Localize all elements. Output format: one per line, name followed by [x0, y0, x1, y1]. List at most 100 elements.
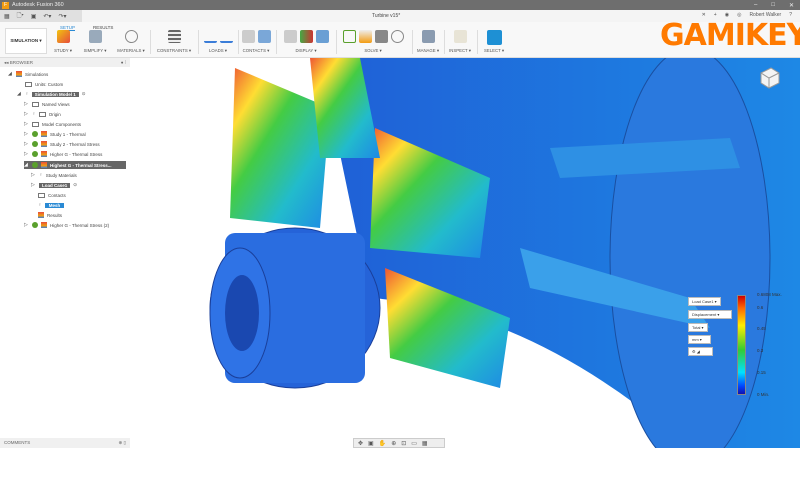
check-icon: [32, 222, 38, 228]
tree-simulations[interactable]: ◢ Simulations: [8, 70, 48, 78]
constraints-group[interactable]: CONSTRAINTS ▾: [156, 30, 192, 54]
minimize-button[interactable]: –: [754, 2, 757, 9]
tree-study-higher-g[interactable]: ▷ Higher G - Thermal Stress: [24, 150, 102, 158]
select-icon: [486, 30, 502, 45]
simulations-icon: [16, 71, 22, 77]
job-status-icon: [374, 30, 388, 43]
gear-icon[interactable]: ⚙: [692, 349, 696, 354]
load-case-dropdown[interactable]: Load Case1 ▾: [688, 297, 721, 306]
title-bar: F Autodesk Fusion 360 – □ ✕: [0, 0, 800, 10]
pressure-load-icon: [219, 30, 233, 43]
tree-contacts[interactable]: Contacts: [38, 191, 66, 199]
tick-label: 0.6: [757, 305, 764, 310]
loads-group[interactable]: LOADS ▾: [201, 30, 235, 54]
grid-icon[interactable]: ▦: [422, 440, 428, 447]
pan-icon[interactable]: ✋: [379, 440, 386, 447]
look-at-icon[interactable]: ▣: [368, 440, 374, 447]
inspect-group[interactable]: INSPECT ▾: [446, 30, 474, 54]
materials-group[interactable]: MATERIALS ▾: [116, 30, 146, 54]
tree-study-highest-g[interactable]: ◢ Highest G - Thermal Stress...: [24, 161, 126, 169]
study-icon: [56, 30, 70, 43]
study-icon: [41, 162, 47, 168]
select-group[interactable]: SELECT ▾: [480, 30, 508, 54]
maximize-button[interactable]: □: [771, 2, 775, 9]
info-icon: [390, 30, 404, 43]
tree-named-views[interactable]: ▷ Named Views: [24, 100, 70, 108]
tree-simulation-model[interactable]: ◢ ♀ Simulation Model 1 ⊙: [17, 90, 86, 98]
study-icon: [41, 131, 47, 137]
color-scale-bar: [737, 295, 746, 395]
display-settings-icon[interactable]: ▭: [411, 440, 417, 447]
tree-results[interactable]: Results: [38, 211, 62, 219]
grid-menu-icon[interactable]: ▦: [4, 13, 10, 20]
contacts-group[interactable]: CONTACTS ▾: [240, 30, 272, 54]
manage-group[interactable]: MANAGE ▾: [414, 30, 442, 54]
contacts-icon: [241, 30, 255, 43]
contact-manager-icon: [257, 30, 271, 43]
tree-study-materials[interactable]: ▷ ♀ Study Materials: [31, 171, 77, 179]
inspect-icon: [453, 30, 467, 43]
unit-dropdown[interactable]: mm ▾: [688, 335, 711, 344]
legend-scale-icon[interactable]: ◢: [697, 349, 700, 354]
constraints-icon: [167, 30, 181, 43]
study-group[interactable]: STUDY ▾: [52, 30, 74, 54]
study-icon: [41, 141, 47, 147]
simplify-group[interactable]: SIMPLIFY ▾: [82, 30, 108, 54]
tree-study-higher-g-2[interactable]: ▷ Higher G - Thermal Stress (2): [24, 221, 109, 229]
document-tab[interactable]: Turbine v15*: [372, 13, 400, 19]
activate-icon: ⊙: [73, 182, 78, 187]
display-group[interactable]: DISPLAY ▾: [280, 30, 332, 54]
units-icon: [25, 81, 32, 87]
redo-icon[interactable]: ↷▾: [58, 13, 66, 20]
check-icon: [32, 131, 38, 137]
fusion-logo-icon: F: [2, 1, 9, 9]
tree-study-2[interactable]: ▷ Study 2 - Thermal Stress: [24, 140, 100, 148]
activate-icon: ⊙: [81, 91, 86, 96]
orbit-icon[interactable]: ✥: [358, 440, 363, 447]
materials-icon: [124, 30, 138, 43]
tree-units[interactable]: Units: Custom: [25, 80, 63, 88]
save-icon[interactable]: ▣: [31, 13, 37, 20]
legend-options[interactable]: ⚙ ◢: [688, 347, 713, 356]
fit-icon[interactable]: ⊡: [401, 440, 406, 447]
browser-panel: ◂◂ BROWSER ● ⁞ ◢ Simulations Units: Custom…: [0, 58, 130, 440]
solve-icon: [358, 30, 372, 43]
study-icon: [41, 222, 47, 228]
contacts-icon: [38, 192, 45, 198]
tick-label: 0.6808 Max.: [757, 292, 782, 297]
check-icon: [32, 141, 38, 147]
result-type-dropdown[interactable]: Displacement ▾: [688, 310, 732, 319]
navigation-bar: ✥ ▣ ✋ ⊕ ⊡ ▭ ▦: [353, 438, 445, 448]
tree-model-components[interactable]: ▷ Model Components: [24, 120, 81, 128]
tree-load-case[interactable]: ▷ Load Case1 ⊙: [31, 181, 77, 189]
comments-panel[interactable]: COMMENTS ⊕ ▯: [0, 438, 130, 448]
tree-mesh[interactable]: ♀ Mesh: [38, 201, 65, 209]
file-icon[interactable]: 🗋▾: [17, 11, 24, 21]
tick-label: 0.3: [757, 348, 764, 353]
check-icon: [32, 151, 38, 157]
force-load-icon: [203, 30, 217, 43]
tick-label: 0 Min.: [757, 392, 770, 397]
tree-study-1[interactable]: ▷ Study 1 - Thermal: [24, 130, 86, 138]
window-title: Autodesk Fusion 360: [12, 2, 64, 8]
view-cube[interactable]: [756, 64, 782, 90]
quick-access-toolbar: ▦ 🗋▾ ▣ ↶▾ ↷▾: [0, 10, 82, 22]
gamikey-watermark: GAMIKEY.com: [660, 18, 800, 53]
tree-origin[interactable]: ▷ ♀ Origin: [24, 110, 61, 118]
study-icon: [41, 151, 47, 157]
close-button[interactable]: ✕: [789, 2, 794, 9]
visibility-icon: ♀: [25, 91, 29, 97]
browser-header[interactable]: ◂◂ BROWSER ● ⁞: [0, 58, 130, 67]
component-dropdown[interactable]: Total ▾: [688, 323, 708, 332]
display-color-icon: [299, 30, 313, 43]
zoom-icon[interactable]: ⊕: [391, 440, 396, 447]
undo-icon[interactable]: ↶▾: [43, 13, 51, 20]
manage-icon: [421, 30, 435, 43]
results-icon: [38, 212, 44, 218]
tick-label: 0.15: [757, 370, 766, 375]
workspace-switcher[interactable]: SIMULATION ▾: [5, 28, 47, 54]
tick-label: 0.45: [757, 326, 766, 331]
display-blue-icon: [315, 30, 329, 43]
precheck-icon: [342, 30, 356, 43]
solve-group[interactable]: SOLVE ▾: [338, 30, 408, 54]
